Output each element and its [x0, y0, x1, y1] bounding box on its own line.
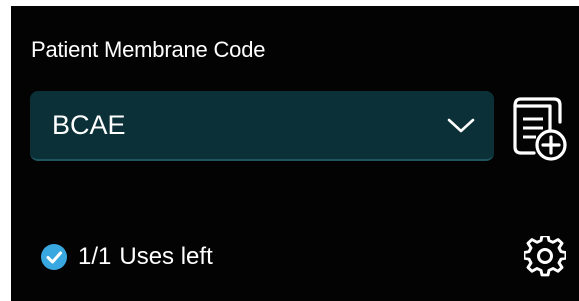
uses-left-status: 1/1 Uses left [78, 245, 213, 269]
membrane-code-label: Patient Membrane Code [31, 37, 266, 62]
chevron-down-icon [447, 118, 475, 133]
check-circle-icon [41, 244, 67, 270]
gear-icon[interactable] [524, 236, 566, 278]
uses-left-text: Uses left [119, 243, 213, 270]
selected-membrane-code: BCAE [52, 110, 126, 140]
membrane-code-panel: Patient Membrane Code BCAE 1/1 Uses left [11, 6, 579, 301]
uses-count: 1/1 [78, 243, 112, 270]
membrane-code-dropdown[interactable]: BCAE [30, 91, 494, 161]
document-add-icon[interactable] [507, 95, 571, 163]
